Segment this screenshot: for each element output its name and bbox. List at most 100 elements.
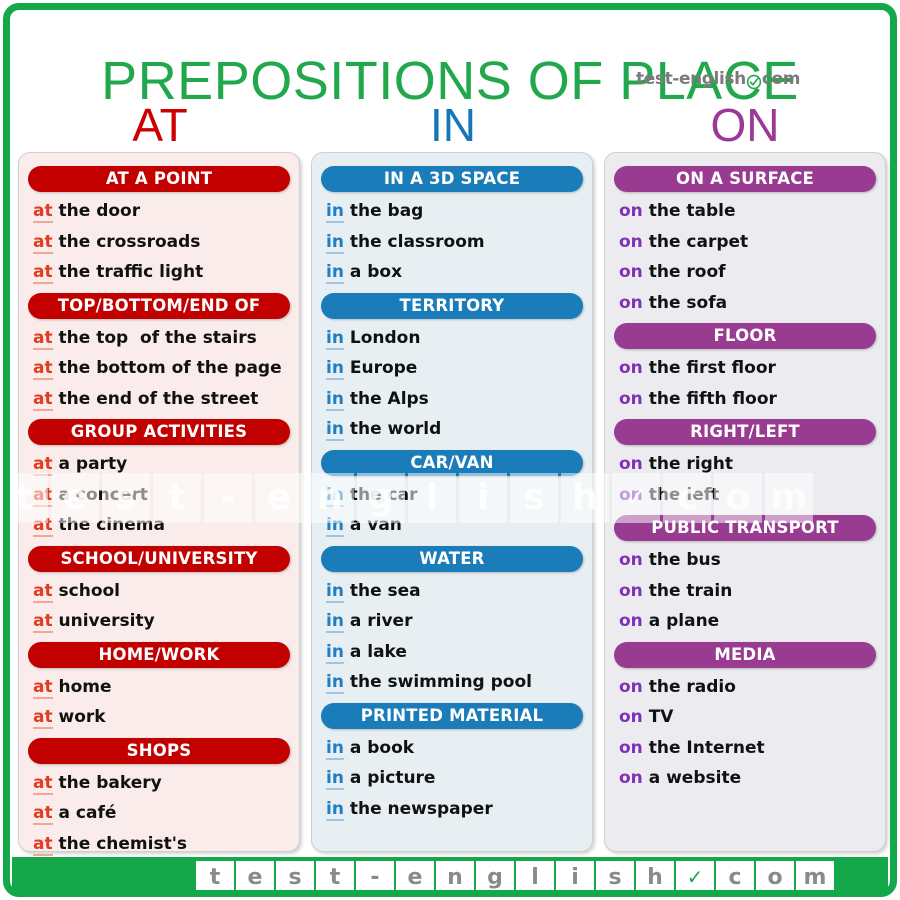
category-heading: MEDIA — [614, 641, 876, 668]
category-heading: TERRITORY — [321, 292, 583, 319]
preposition-word: at — [33, 484, 53, 507]
preposition-word: in — [326, 768, 344, 790]
phrase-text: a lake — [343, 641, 407, 662]
column-letter-at: AT — [132, 99, 188, 151]
phrase-text: a van — [343, 515, 402, 535]
preposition-word: at — [33, 707, 53, 729]
footer-letter: i — [556, 861, 594, 894]
category-heading: HOME/WORK — [28, 641, 290, 668]
phrase-item: on the radio — [605, 672, 885, 703]
phrase-item: on the table — [605, 196, 885, 227]
preposition-word: at — [33, 676, 53, 699]
phrase-item: on the right — [605, 449, 885, 480]
phrase-text: the bag — [343, 201, 424, 221]
category-heading: WATER — [321, 545, 583, 572]
category-heading: SHOPS — [28, 737, 290, 764]
phrase-item: in Europe — [312, 353, 592, 384]
phrase-item: in a picture — [312, 763, 592, 794]
footer-check-icon: ✓ — [676, 861, 714, 894]
column-letter-on: ON — [710, 99, 780, 151]
phrase-item: at school — [19, 576, 299, 607]
phrase-text: the end of the street — [52, 388, 259, 409]
phrase-text: TV — [642, 707, 674, 727]
category-heading: CAR/VAN — [321, 449, 583, 476]
phrase-text: a box — [343, 262, 403, 282]
phrase-item: in the newspaper — [312, 794, 592, 825]
phrase-text: a river — [343, 611, 413, 631]
footer-letter: l — [516, 861, 554, 894]
phrase-item: at the crossroads — [19, 227, 299, 258]
preposition-word: on — [619, 611, 643, 631]
phrase-item: in the Alps — [312, 384, 592, 415]
phrase-text: the table — [642, 201, 736, 221]
phrase-item: at the end of the street — [19, 384, 299, 415]
preposition-word: in — [326, 388, 344, 411]
category-heading: IN A 3D SPACE — [321, 166, 583, 192]
phrase-text: the Internet — [642, 737, 765, 758]
phrase-text: work — [52, 707, 106, 727]
preposition-word: on — [619, 580, 643, 601]
phrase-item: at university — [19, 606, 299, 637]
phrase-item: on the sofa — [605, 288, 885, 319]
phrase-item: at home — [19, 672, 299, 703]
phrase-item: in the sea — [312, 576, 592, 607]
preposition-word: on — [619, 707, 643, 727]
phrase-text: the roof — [642, 262, 726, 282]
column-letter-in: IN — [430, 99, 476, 151]
category-heading: PUBLIC TRANSPORT — [614, 515, 876, 541]
phrase-text: the car — [343, 484, 418, 505]
preposition-word: in — [326, 231, 344, 254]
phrase-item: on the bus — [605, 545, 885, 576]
preposition-word: in — [326, 611, 344, 633]
phrase-text: Europe — [343, 358, 418, 378]
footer-letter: e — [236, 861, 274, 894]
preposition-word: in — [326, 798, 344, 821]
preposition-word: on — [619, 768, 643, 788]
column-panel-at: AT A POINT at the door at the crossroads at… — [18, 152, 300, 856]
phrase-item: at the bottom of the page — [19, 353, 299, 384]
preposition-word: on — [619, 262, 643, 282]
phrase-item: on a plane — [605, 606, 885, 637]
phrase-text: the sea — [343, 580, 421, 601]
footer-letter: o — [756, 861, 794, 894]
preposition-word: in — [326, 672, 344, 694]
phrase-item: at the door — [19, 196, 299, 227]
preposition-word: at — [33, 772, 53, 795]
category-heading: PRINTED MATERIAL — [321, 702, 583, 729]
phrase-text: home — [52, 676, 112, 697]
preposition-word: on — [619, 484, 643, 505]
category-heading: TOP/BOTTOM/END OF — [28, 292, 290, 319]
phrase-item: in a lake — [312, 637, 592, 668]
footer-letter: c — [716, 861, 754, 894]
footer-letter: t — [316, 861, 354, 894]
column-panel-on: ON A SURFACE on the table on the carpet on … — [604, 152, 886, 852]
preposition-word: at — [33, 388, 53, 411]
footer-letter: m — [796, 861, 834, 894]
phrase-item: in the world — [312, 414, 592, 445]
category-heading: GROUP ACTIVITIES — [28, 419, 290, 445]
phrase-text: the crossroads — [52, 231, 201, 252]
preposition-word: at — [33, 231, 53, 254]
phrase-item: on the Internet — [605, 733, 885, 764]
phrase-item: in a van — [312, 510, 592, 541]
phrase-text: the classroom — [343, 231, 485, 252]
category-heading: SCHOOL/UNIVERSITY — [28, 545, 290, 572]
footer-letter: s — [596, 861, 634, 894]
phrase-text: a website — [642, 768, 742, 788]
phrase-text: university — [52, 611, 155, 631]
preposition-word: at — [33, 580, 53, 603]
phrase-item: on the train — [605, 576, 885, 607]
preposition-word: in — [326, 515, 344, 537]
phrase-text: the carpet — [642, 231, 749, 252]
preposition-word: on — [619, 454, 643, 474]
phrase-text: a plane — [642, 611, 720, 631]
preposition-word: at — [33, 201, 53, 223]
preposition-word: on — [619, 550, 643, 570]
phrase-item: at the top of the stairs — [19, 323, 299, 354]
category-heading: FLOOR — [614, 323, 876, 349]
preposition-word: at — [33, 803, 53, 825]
preposition-word: in — [326, 484, 344, 507]
phrase-text: a concert — [52, 484, 148, 505]
preposition-word: in — [326, 641, 344, 664]
preposition-word: in — [326, 327, 344, 350]
